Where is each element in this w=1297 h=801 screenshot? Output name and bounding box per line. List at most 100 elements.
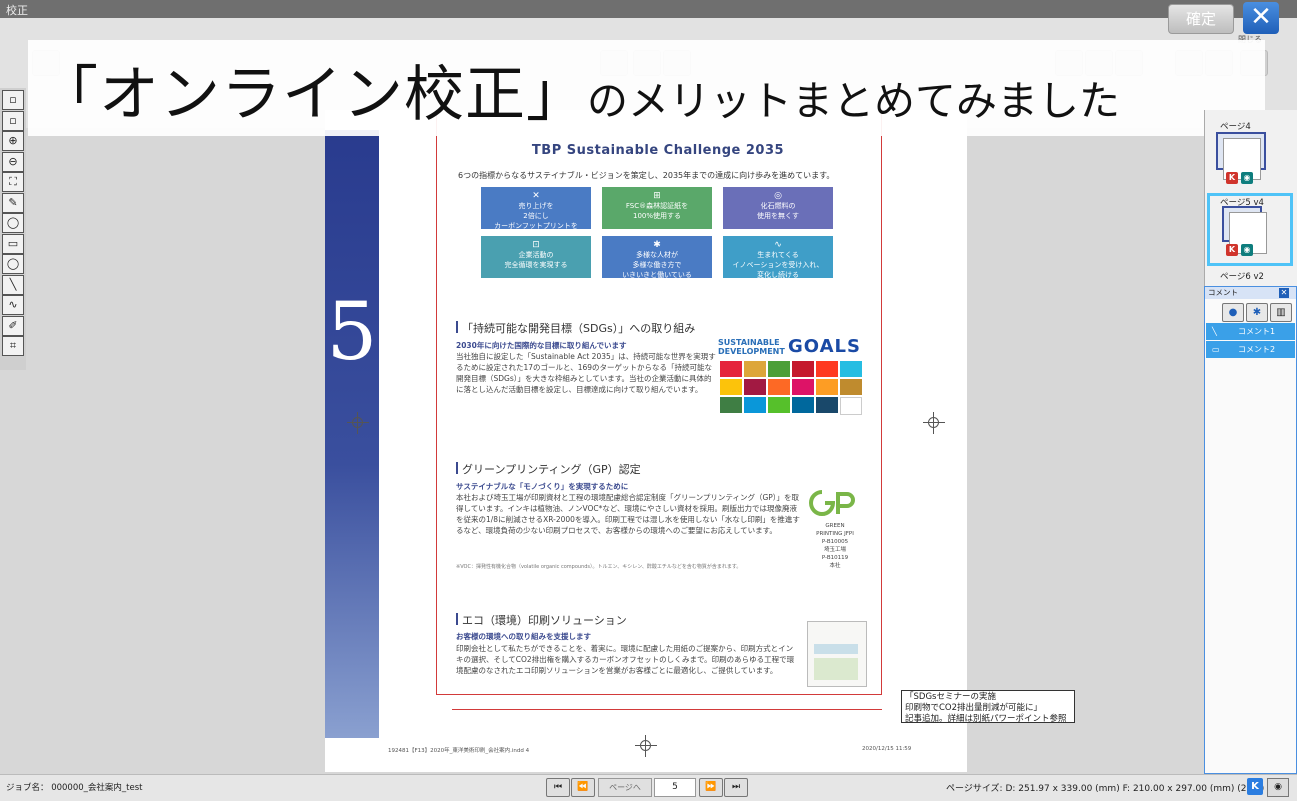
next-page-button[interactable]: ⏩ (699, 778, 723, 797)
left-tool-9-icon[interactable]: ╲ (2, 274, 24, 295)
sdgs-goals-word: GOALS (788, 336, 861, 357)
sdg-goal-icon (768, 379, 790, 395)
eco-brochure-thumbnail (807, 621, 867, 687)
prev-page-button[interactable]: ⏪ (571, 778, 595, 797)
page-thumbnail-4[interactable] (1216, 132, 1266, 180)
challenge-tile: ⊞ FSC®森林認証紙を 100%使用する (602, 187, 712, 229)
left-tool-1-icon[interactable]: ▫ (2, 110, 24, 131)
section-sdgs-title: 「持続可能な開発目標（SDGs）」への取り組み (455, 321, 696, 335)
comment-list-label: コメント2 (1238, 345, 1276, 354)
challenge-tile: ⊡ 企業活動の 完全循環を実現する (481, 236, 591, 278)
sdg-goal-icon (792, 361, 814, 377)
comment-list-label: コメント1 (1238, 327, 1276, 336)
k-badge: K (1226, 244, 1238, 256)
challenge-tile-text: 化石燃料の 使用を無くす (757, 202, 799, 220)
section-eco-title: エコ（環境）印刷ソリューション (456, 613, 627, 627)
eye-icon: ◉ (1241, 172, 1253, 184)
gp-logo-icon (809, 490, 855, 516)
section-eco-body: 印刷会社として私たちができることを、着実に。環境に配慮した用紙のご提案から、印刷… (456, 644, 795, 675)
registration-mark-icon (347, 412, 369, 434)
sdg-goal-icon (840, 379, 862, 395)
left-tool-5-icon[interactable]: ✎ (2, 192, 24, 213)
challenge-tile-text: 多様な人材が 多様な働き方で いきいきと働いている (622, 251, 692, 279)
job-name: ジョブ名： 000000_会社案内_test (6, 783, 143, 793)
left-tool-3-icon[interactable]: ⊖ (2, 151, 24, 172)
challenge-tile-icon: ⊡ (532, 240, 540, 250)
section-gp-note: ※VOC：揮発性有機化合物（volatile organic compounds… (456, 564, 742, 570)
document-page-number: 5 (326, 285, 378, 378)
rectangle-tool-icon: ▭ (1212, 345, 1220, 354)
comment-panel (1204, 286, 1297, 774)
challenge-tile-icon: ∿ (774, 240, 782, 250)
sdg-goal-icon (768, 397, 790, 413)
status-bar: ジョブ名： 000000_会社案内_test ⏮ ⏪ ページへ 5 ⏩ ⏭ ペー… (0, 774, 1297, 801)
sdgs-icon-grid (720, 361, 862, 415)
document-title: TBP Sustainable Challenge 2035 (531, 143, 785, 158)
sdg-goal-icon (840, 397, 862, 415)
challenge-tile-text: 企業活動の 完全循環を実現する (504, 251, 568, 269)
sdg-goal-icon (768, 361, 790, 377)
title-bar: 校正 (0, 0, 1297, 18)
section-eco-subtitle: お客様の環境への取り組みを支援します (456, 632, 591, 641)
section-gp-body: 本社および埼玉工場が印刷資材と工程の環境配慮総合認定制度「グリーンプリンティング… (456, 493, 800, 535)
line-tool-icon: ╲ (1212, 327, 1217, 336)
left-tool-0-icon[interactable]: ▫ (2, 90, 24, 110)
eye-icon[interactable]: ◉ (1267, 778, 1289, 797)
sdg-goal-icon (792, 379, 814, 395)
challenge-tile-text: FSC®森林認証紙を 100%使用する (625, 202, 689, 220)
first-page-button[interactable]: ⏮ (546, 778, 570, 797)
page-thumbnail-5[interactable] (1222, 206, 1267, 254)
sdg-goal-icon (720, 397, 742, 413)
annotation-line (452, 709, 882, 710)
comment-line-3: 記事追加。詳細は別紙パワーポイント参照 (905, 714, 1067, 724)
comment-list-item-2[interactable]: ▭ コメント2 (1206, 341, 1295, 358)
sdg-goal-icon (720, 361, 742, 377)
headline-banner: 「オンライン校正」のメリットまとめてみました (28, 40, 1265, 136)
k-badge: K (1226, 172, 1238, 184)
left-tool-palette: ▫ ▫ ⊕ ⊖ ⛶ ✎ ◯ ▭ ◯ ╲ ∿ ✐ ⌗ (0, 88, 26, 370)
challenge-tile-text: 生まれてくる イノベーションを受け入れ、 変化し続ける (732, 251, 824, 279)
registration-mark-icon (923, 412, 945, 434)
comment-bubble-button[interactable]: ● (1222, 303, 1244, 322)
challenge-tile: ✕売り上げを 2倍にし カーボンフットプリントを 50%減らす (481, 187, 591, 240)
k-status-button[interactable]: K (1247, 778, 1263, 795)
gp-certification-text: GREEN PRINTING JFPI P-B10005 埼玉工場 P-B101… (816, 523, 854, 569)
goto-page-button[interactable]: ページへ (598, 778, 652, 797)
section-gp-title: グリーンプリンティング（GP）認定 (456, 462, 641, 476)
page-number-input[interactable]: 5 (654, 778, 696, 797)
challenge-tile: ∿ 生まれてくる イノベーションを受け入れ、 変化し続ける (723, 236, 833, 279)
document-footer-right: 2020/12/15 11:59 (862, 746, 912, 752)
comment-delete-button[interactable]: ▥ (1270, 303, 1292, 322)
section-gp-subtitle: サステイナブルな「モノづくり」を実現するために (456, 482, 629, 491)
close-button[interactable]: ✕ (1243, 2, 1279, 34)
left-tool-11-icon[interactable]: ✐ (2, 315, 24, 336)
confirm-button[interactable]: 確定 (1168, 4, 1234, 34)
document-intro: 6つの指標からなるサステイナブル・ビジョンを策定し、2035年までの達成に向け歩… (458, 171, 835, 180)
left-tool-4-icon[interactable]: ⛶ (2, 172, 24, 192)
sdg-goal-icon (744, 397, 766, 413)
registration-mark-icon (635, 735, 657, 757)
headline-main: 「オンライン校正」 (38, 60, 587, 130)
comment-settings-button[interactable]: ✱ (1246, 303, 1268, 322)
challenge-tile-icon: ✱ (653, 240, 661, 250)
sdg-goal-icon (744, 361, 766, 377)
challenge-tile: ✱ 多様な人材が 多様な働き方で いきいきと働いている (602, 236, 712, 279)
document-side-strip (325, 130, 379, 738)
comment-line-1: 「SDGsセミナーの実施 (905, 692, 996, 702)
last-page-button[interactable]: ⏭ (724, 778, 748, 797)
left-tool-7-icon[interactable]: ▭ (2, 233, 24, 254)
left-tool-12-icon[interactable]: ⌗ (2, 336, 24, 356)
sdg-goal-icon (816, 397, 838, 413)
challenge-tile-icon: ⊞ (653, 191, 661, 201)
comment-panel-close-icon[interactable]: ✕ (1279, 288, 1289, 298)
left-tool-10-icon[interactable]: ∿ (2, 295, 24, 315)
left-tool-6-icon[interactable]: ◯ (2, 213, 24, 233)
left-tool-8-icon[interactable]: ◯ (2, 254, 24, 274)
comment-annotation-box[interactable]: 「SDGsセミナーの実施 印刷物でCO2排出量削減が可能に」 記事追加。詳細は別… (901, 690, 1075, 724)
challenge-tile-text: 売り上げを 2倍にし カーボンフットプリントを 50%減らす (494, 202, 578, 240)
comment-list-item-1[interactable]: ╲ コメント1 (1206, 323, 1295, 340)
challenge-tile-icon: ✕ (532, 191, 540, 201)
sdg-goal-icon (816, 361, 838, 377)
left-tool-2-icon[interactable]: ⊕ (2, 131, 24, 151)
page-thumb-label-6: ページ6 v2 (1220, 272, 1264, 282)
